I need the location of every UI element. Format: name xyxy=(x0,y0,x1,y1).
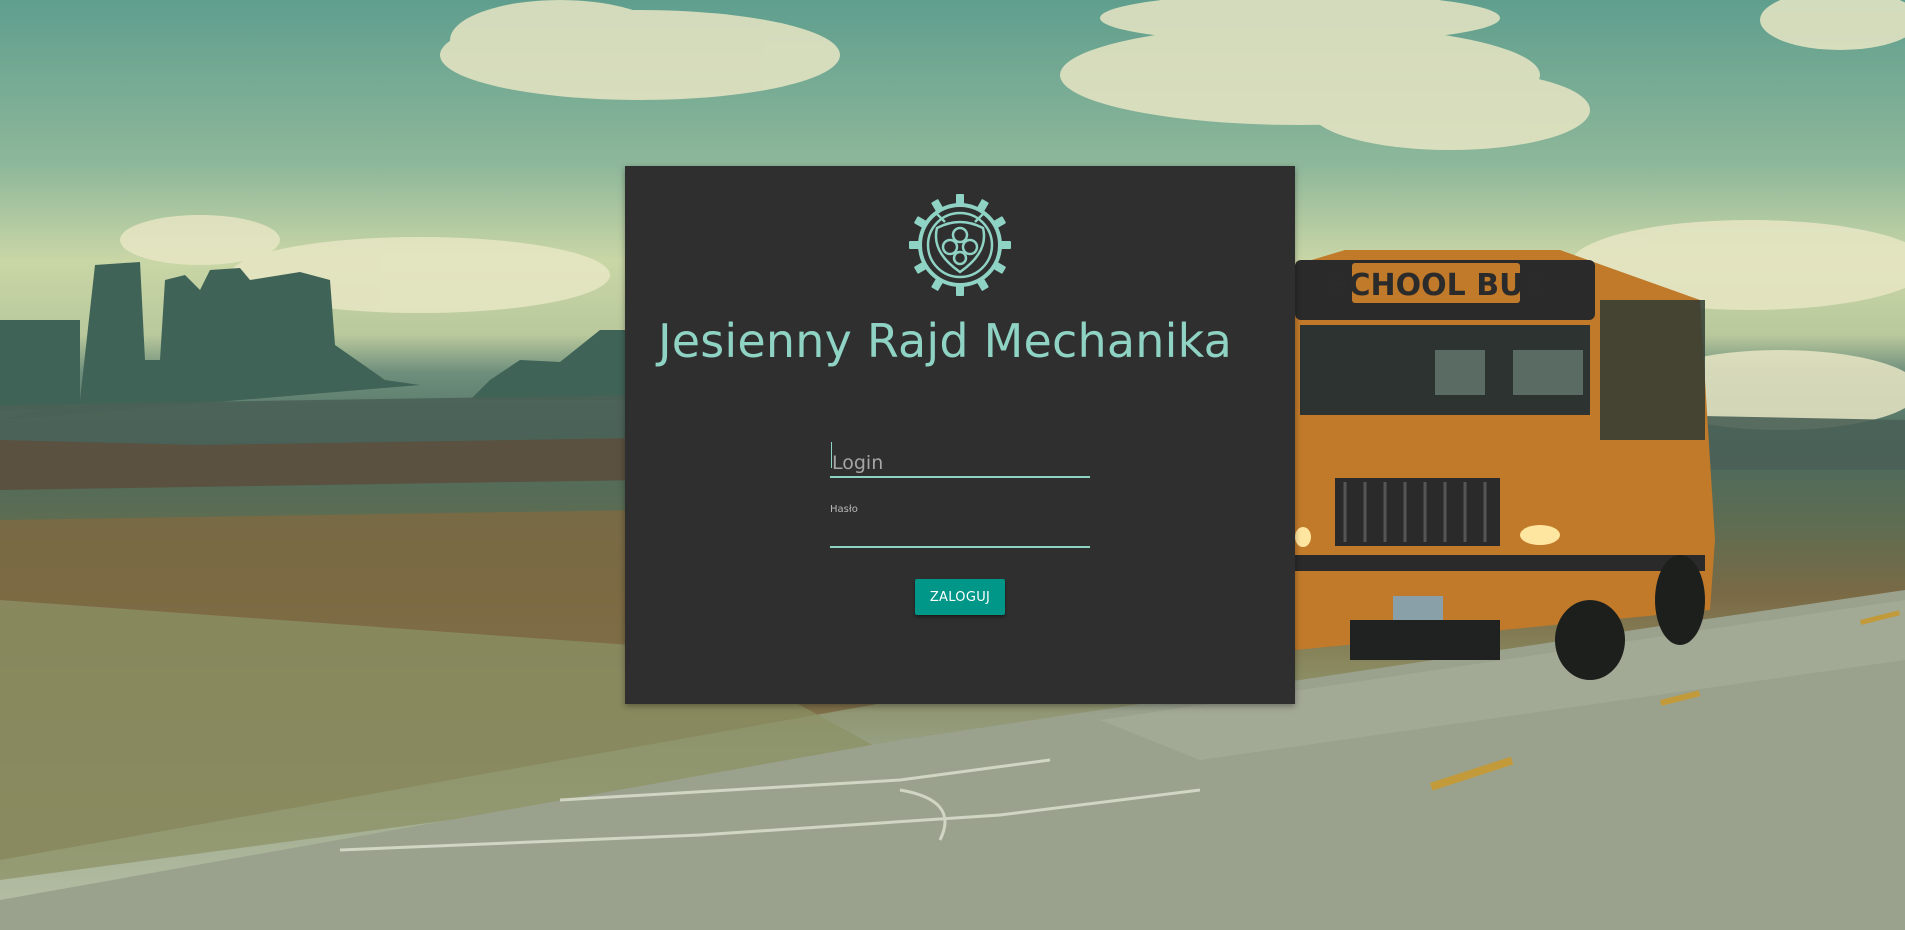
school-bus: SCHOOL BUS xyxy=(1295,250,1715,680)
gear-emblem-icon xyxy=(909,194,1011,296)
text-caret xyxy=(831,442,832,468)
login-button[interactable]: ZALOGUJ xyxy=(915,579,1005,615)
password-label: Hasło xyxy=(830,504,858,515)
password-input[interactable] xyxy=(830,522,1090,544)
page-title: Jesienny Rajd Mechanika xyxy=(658,314,1232,368)
password-field[interactable]: Hasło xyxy=(830,504,1090,548)
login-input[interactable] xyxy=(830,452,1090,474)
login-field[interactable] xyxy=(830,432,1090,478)
login-card: Jesienny Rajd Mechanika Hasło ZALOGUJ xyxy=(625,166,1295,704)
bus-sign-text: SCHOOL BUS xyxy=(1327,268,1545,303)
